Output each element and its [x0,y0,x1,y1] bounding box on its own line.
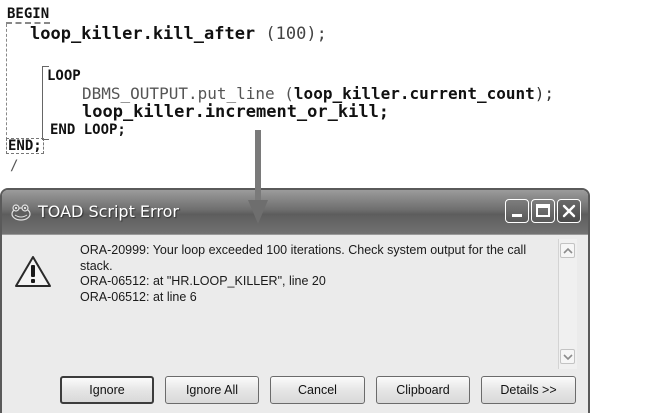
cancel-button[interactable]: Cancel [270,376,365,404]
code-slash: / [10,158,19,174]
clipboard-button[interactable]: Clipboard [376,376,470,404]
error-message-box[interactable]: ORA-20999: Your loop exceeded 100 iterat… [72,239,582,369]
kill-after-call: loop_killer.kill_after [30,24,256,44]
error-line-3: ORA-06512: at line 6 [80,289,197,304]
error-line-2: ORA-06512: at "HR.LOOP_KILLER", line 20 [80,274,326,288]
toad-app-icon [10,201,32,223]
dialog-titlebar[interactable]: TOAD Script Error [2,190,588,234]
code-line-kill-after: loop_killer.kill_after (100); [30,24,327,44]
begin-block-guide [6,24,11,140]
minimize-icon [512,214,522,217]
error-message: ORA-20999: Your loop exceeded 100 iterat… [80,243,540,305]
code-begin: BEGIN [6,6,51,24]
details-button[interactable]: Details >> [481,376,576,404]
kill-after-argument: (100); [255,24,327,44]
dialog-title: TOAD Script Error [38,202,179,221]
error-line-1: ORA-20999: Your loop exceeded 100 iterat… [80,243,527,273]
toad-script-error-dialog: TOAD Script Error ORA-20999: Your loop e… [0,188,590,413]
close-icon [562,204,576,218]
maximize-icon [536,204,550,217]
scroll-up-button[interactable] [560,243,575,258]
dbms-output-call: DBMS_OUTPUT.put_line ( [82,84,294,103]
dbms-output-close: ); [534,84,555,103]
message-scrollbar[interactable] [558,239,577,369]
chevron-up-icon [563,247,573,254]
dialog-button-row: Ignore Ignore All Cancel Clipboard Detai… [2,373,588,413]
scroll-down-button[interactable] [560,349,575,364]
maximize-button[interactable] [531,199,555,223]
minimize-button[interactable] [505,199,529,223]
current-count-arg: loop_killer.current_count [293,84,535,103]
dialog-body: ORA-20999: Your loop exceeded 100 iterat… [2,234,588,413]
code-end-loop: END LOOP; [50,122,126,138]
ignore-all-button[interactable]: Ignore All [165,376,259,404]
code-loop-keyword: LOOP [47,68,81,84]
annotation-arrow [248,130,268,224]
close-button[interactable] [557,199,581,223]
warning-icon [14,255,52,289]
code-end: END; [6,138,44,154]
chevron-down-icon [563,354,573,361]
code-line-dbms-output: DBMS_OUTPUT.put_line (loop_killer.curren… [82,84,554,104]
code-editor[interactable]: BEGIN loop_killer.kill_after (100); LOOP… [0,0,659,200]
ignore-button[interactable]: Ignore [60,376,154,404]
code-line-increment: loop_killer.increment_or_kill; [82,102,390,122]
